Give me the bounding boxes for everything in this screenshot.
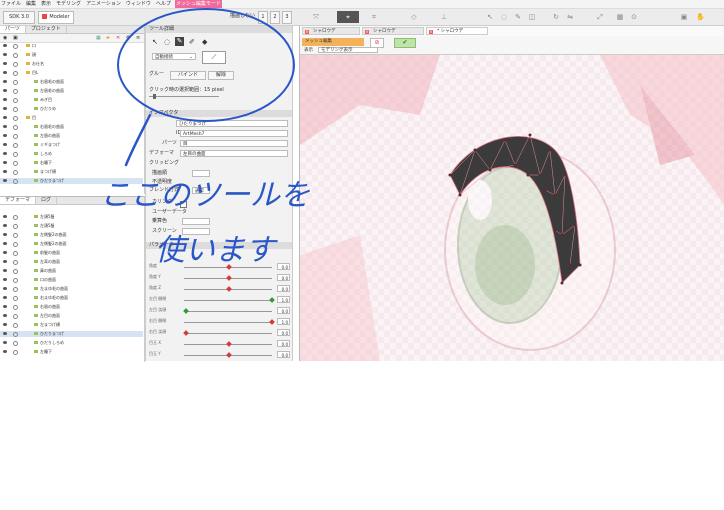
annotation-overlay: ここのツールを 使います	[100, 8, 310, 268]
annotation-circle	[117, 8, 295, 122]
annotation-text-line1: ここのツールを	[100, 178, 310, 213]
annotation-arrow	[124, 113, 152, 167]
annotation-text-line2: 使います	[155, 233, 278, 268]
